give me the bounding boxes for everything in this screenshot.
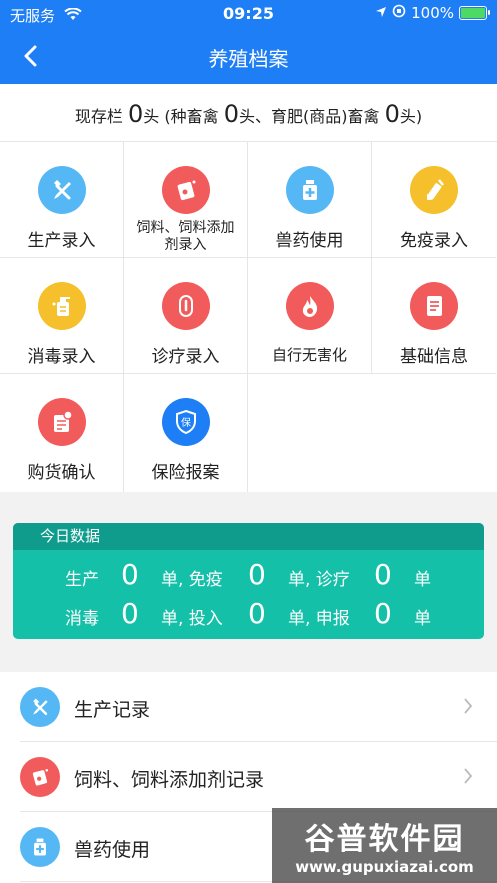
battery-icon xyxy=(459,6,490,20)
watermark-name: 谷普软件园 xyxy=(304,822,465,857)
purchase-icon xyxy=(38,398,86,446)
chevron-right-icon xyxy=(464,768,473,784)
function-grid: 生产录入 饲料、饲料添加剂录入 兽药使用 免疫录入 消毒录入 诊疗录入 自行无害… xyxy=(0,142,497,492)
grid-item-label: 自行无害化 xyxy=(271,346,347,364)
syringe-icon xyxy=(410,166,458,214)
today-value: 0 xyxy=(248,597,266,630)
grid-item-label: 饲料、饲料添加剂录入 xyxy=(136,220,235,253)
grid-item-feed[interactable]: 饲料、饲料添加剂录入 xyxy=(124,142,248,258)
today-label: 单, 免疫 xyxy=(161,570,223,590)
today-label: 单 xyxy=(414,609,431,629)
grid-item-basic-info[interactable]: 基础信息 xyxy=(372,258,496,374)
today-label: 单, 投入 xyxy=(161,609,223,629)
medicine-bottle-icon xyxy=(20,827,60,867)
watermark-url: www.gupuxiazai.com xyxy=(295,858,474,876)
flame-icon xyxy=(286,282,334,330)
today-data-panel: 今日数据 生产 0 单, 免疫 0 单, 诊疗 0 单 消毒 0 单, 投入 0… xyxy=(13,523,484,639)
today-row-2: 消毒 0 单, 投入 0 单, 申报 0 单 xyxy=(13,597,484,631)
stock-summary: 现存栏 0头 (种畜禽 0头、育肥(商品)畜禽 0头) xyxy=(0,84,497,142)
today-value: 0 xyxy=(121,597,139,630)
feed-bag-icon xyxy=(20,757,60,797)
list-item-label: 饲料、饲料添加剂记录 xyxy=(74,769,265,791)
grid-item-disinfection[interactable]: 消毒录入 xyxy=(0,258,124,374)
grid-item-insurance-report[interactable]: 保 保险报案 xyxy=(124,374,248,492)
medicine-bottle-icon xyxy=(286,166,334,214)
orientation-lock-icon xyxy=(392,4,406,22)
today-label: 单, 申报 xyxy=(288,609,350,629)
today-data-title: 今日数据 xyxy=(13,523,484,550)
stock-fattening: 0 xyxy=(384,100,400,128)
grid-item-immunization[interactable]: 免疫录入 xyxy=(372,142,496,258)
grid-item-production[interactable]: 生产录入 xyxy=(0,142,124,258)
list-item-label: 兽药使用 xyxy=(74,839,151,861)
stock-text-3: 头) xyxy=(399,107,423,126)
grid-item-label: 基础信息 xyxy=(400,347,468,367)
today-label: 单, 诊疗 xyxy=(288,570,350,590)
today-row-1: 生产 0 单, 免疫 0 单, 诊疗 0 单 xyxy=(13,558,484,592)
status-right: 100% xyxy=(375,4,490,22)
today-value: 0 xyxy=(374,558,392,591)
hammer-icon xyxy=(20,687,60,727)
shield-text: 保 xyxy=(181,416,191,429)
today-label: 单 xyxy=(414,570,431,590)
chevron-right-icon xyxy=(464,698,473,714)
grid-item-label: 诊疗录入 xyxy=(151,347,220,367)
grid-item-label: 免疫录入 xyxy=(400,231,468,251)
today-label: 消毒 xyxy=(65,609,99,629)
grid-item-label: 消毒录入 xyxy=(27,347,96,367)
stock-text-1: 头 (种畜禽 xyxy=(143,107,219,126)
spray-bottle-icon xyxy=(38,282,86,330)
stock-breeding: 0 xyxy=(223,100,239,128)
today-value: 0 xyxy=(374,597,392,630)
stock-total: 0 xyxy=(127,100,144,128)
location-icon xyxy=(375,4,387,22)
grid-item-label: 保险报案 xyxy=(151,463,220,483)
document-icon xyxy=(410,282,458,330)
today-label: 生产 xyxy=(65,570,99,590)
page-title: 养殖档案 xyxy=(208,47,289,71)
grid-item-purchase-confirm[interactable]: 购货确认 xyxy=(0,374,124,492)
watermark-logo: 谷普软件园 www.gupuxiazai.com xyxy=(272,808,497,883)
stock-text-2: 头、育肥(商品)畜禽 xyxy=(238,107,380,126)
nav-bar: 养殖档案 xyxy=(0,28,497,84)
grid-item-vet-drug[interactable]: 兽药使用 xyxy=(248,142,372,258)
feed-bag-icon xyxy=(162,166,210,214)
stock-prefix: 现存栏 xyxy=(74,107,123,126)
grid-item-label: 购货确认 xyxy=(27,463,96,483)
grid-item-harmless-disposal[interactable]: 自行无害化 xyxy=(248,258,372,374)
grid-item-diagnosis[interactable]: 诊疗录入 xyxy=(124,258,248,374)
list-item-label: 生产记录 xyxy=(74,699,151,721)
thermometer-icon xyxy=(162,282,210,330)
list-item-production-record[interactable]: 生产记录 xyxy=(20,672,497,742)
battery-percent: 100% xyxy=(411,4,454,22)
status-bar: 无服务 09:25 100% xyxy=(0,0,497,28)
today-value: 0 xyxy=(248,558,266,591)
grid-item-label: 兽药使用 xyxy=(275,231,344,251)
hammer-icon xyxy=(38,166,86,214)
today-value: 0 xyxy=(121,558,139,591)
list-item-feed-record[interactable]: 饲料、饲料添加剂记录 xyxy=(20,742,497,812)
insurance-shield-icon: 保 xyxy=(162,398,210,446)
grid-item-label: 生产录入 xyxy=(27,231,96,251)
